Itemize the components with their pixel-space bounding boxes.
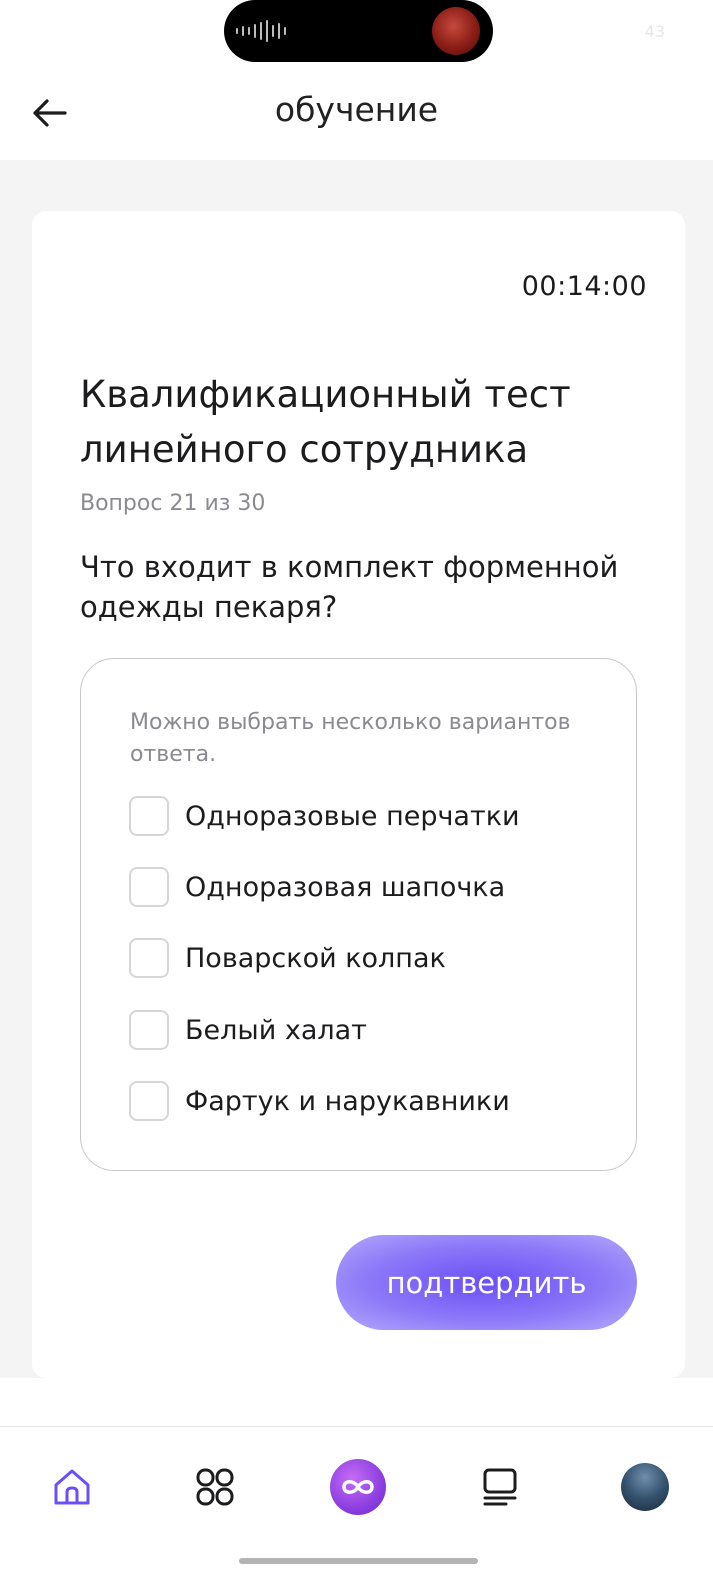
avatar — [621, 1463, 669, 1511]
nav-item-catalog[interactable] — [185, 1457, 245, 1517]
option-label: Поварской колпак — [185, 942, 446, 974]
timer: 00:14:00 — [521, 271, 647, 302]
option-item[interactable]: Одноразовая шапочка — [129, 867, 505, 907]
question-text: Что входит в комплект форменной одежды п… — [80, 550, 619, 624]
option-label: Одноразовые перчатки — [185, 800, 520, 832]
checkbox[interactable] — [129, 796, 169, 836]
checkbox[interactable] — [129, 938, 169, 978]
nav-item-profile[interactable] — [615, 1457, 675, 1517]
island-avatar — [432, 7, 480, 55]
page-title: обучение — [274, 90, 439, 129]
status-bar: 43 — [0, 0, 713, 70]
option-item[interactable]: Белый халат — [129, 1010, 367, 1050]
option-item[interactable]: Одноразовые перчатки — [129, 796, 520, 836]
checkbox[interactable] — [129, 1010, 169, 1050]
checkbox[interactable] — [129, 867, 169, 907]
grid-icon — [196, 1468, 234, 1506]
home-icon — [54, 1469, 90, 1505]
confirm-button[interactable]: подтвердить — [336, 1235, 637, 1330]
nav-item-center[interactable] — [328, 1457, 388, 1517]
option-label: Белый халат — [185, 1014, 367, 1046]
question-progress: Вопрос 21 из 30 — [80, 491, 266, 516]
selection-hint: Можно выбрать несколько вариантов ответа… — [130, 710, 571, 767]
courses-icon — [483, 1468, 517, 1506]
status-number: 43 — [644, 22, 665, 41]
header: обучение — [0, 70, 713, 160]
option-label: Одноразовая шапочка — [185, 871, 506, 903]
option-item[interactable]: Фартук и нарукавники — [129, 1081, 510, 1121]
audio-waveform-icon — [236, 20, 286, 42]
answer-options: Можно выбрать несколько вариантов ответа… — [80, 658, 637, 1171]
home-indicator — [239, 1558, 478, 1564]
nav-item-courses[interactable] — [470, 1457, 530, 1517]
option-item[interactable]: Поварской колпак — [129, 938, 446, 978]
dynamic-island[interactable] — [224, 0, 493, 62]
bottom-nav — [0, 1426, 713, 1574]
test-title: Квалификационный тест линейного сотрудни… — [80, 373, 571, 471]
nav-item-home[interactable] — [42, 1457, 102, 1517]
checkbox[interactable] — [129, 1081, 169, 1121]
quiz-card: 00:14:00 Квалификационный тест линейного… — [32, 211, 685, 1378]
center-action — [330, 1459, 386, 1515]
infinity-icon — [342, 1480, 374, 1494]
option-label: Фартук и нарукавники — [185, 1085, 510, 1117]
